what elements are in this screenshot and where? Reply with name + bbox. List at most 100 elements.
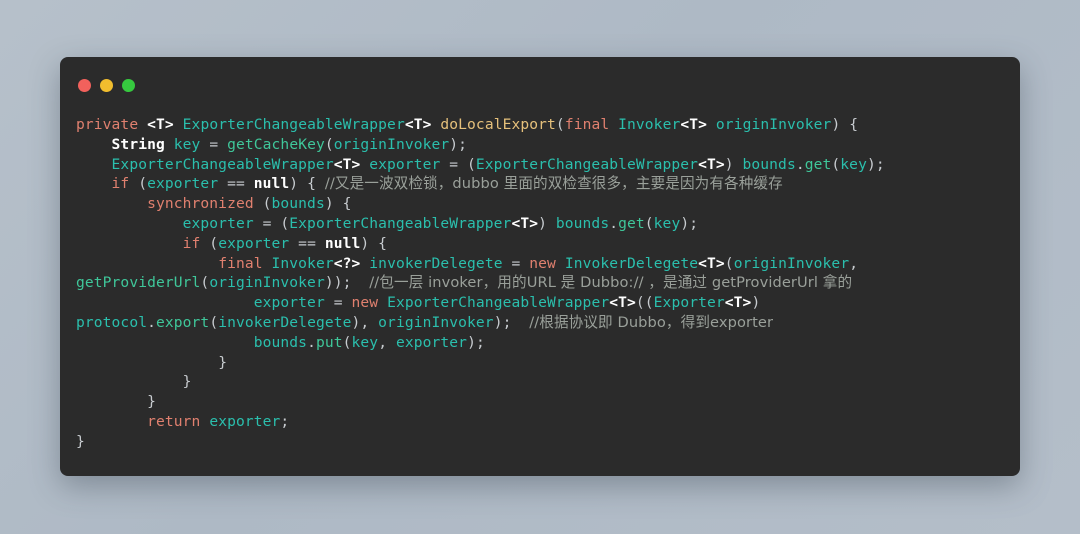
arg-key: key: [840, 155, 867, 173]
minimize-window-icon[interactable]: [100, 78, 113, 92]
obj-protocol: protocol: [76, 313, 148, 331]
keyword-final-2: final: [218, 254, 263, 272]
paren-open-2: (: [324, 135, 334, 153]
dot-3: .: [147, 313, 156, 331]
cast-type-wrapper-2: ExporterChangeableWrapper: [289, 214, 512, 232]
paren-open: (: [555, 116, 565, 133]
keyword-new-2: new: [351, 294, 379, 312]
cast-close-3: ): [751, 294, 770, 312]
paren-open-8: (: [209, 313, 219, 331]
call-put: put: [315, 333, 343, 351]
closing-brace-3: }: [147, 393, 156, 411]
line7-tail: ) {: [360, 234, 388, 252]
keyword-if: if: [111, 175, 130, 193]
type-string: String: [111, 135, 165, 153]
var-exporter-2: exporter: [147, 175, 219, 193]
code-line-15: }: [76, 432, 1006, 452]
cast-generic-2: <T>: [511, 214, 539, 232]
dot-2: .: [609, 214, 619, 232]
var-exporter-5: exporter: [253, 294, 325, 312]
obj-bounds-2: bounds: [555, 214, 610, 232]
generic-wildcard: <?>: [333, 254, 361, 272]
var-exporter-4: exporter: [218, 234, 290, 252]
comma-2: ),: [351, 313, 379, 331]
cast-generic-3: <T>: [724, 294, 752, 312]
keyword-if-2: if: [182, 234, 201, 252]
comment-double-check-lock: //又是一波双检锁，dubbo 里面的双检查很多，主要是因为有各种缓存: [324, 175, 783, 193]
maximize-window-icon[interactable]: [122, 78, 135, 92]
generic-4: <T>: [698, 254, 725, 272]
generic-3: <T>: [333, 155, 361, 173]
code-line-8: final Invoker<?> invokerDelegete = new I…: [76, 254, 1006, 294]
code-line-2: String key = getCacheKey(originInvoker);: [76, 135, 1006, 155]
arg-origin-invoker-2: originInvoker: [733, 254, 850, 272]
code-block[interactable]: private <T> ExporterChangeableWrapper<T>…: [76, 115, 1006, 452]
code-line-1: private <T> ExporterChangeableWrapper<T>…: [76, 115, 1006, 135]
closing-brace-1: }: [218, 353, 228, 371]
eq-op: ==: [218, 175, 254, 193]
dot-1: .: [795, 155, 805, 173]
call-get-provider-url: getProviderUrl: [76, 274, 201, 292]
arg-key-3: key: [351, 333, 379, 351]
type-invoker-delegete: InvokerDelegete: [564, 254, 699, 272]
code-line-6: exporter = (ExporterChangeableWrapper<T>…: [76, 214, 1006, 234]
code-line-13: }: [76, 392, 1006, 412]
line8-tail: ));: [324, 274, 370, 292]
type-exporter-changeable-wrapper-3: ExporterChangeableWrapper: [387, 294, 610, 312]
code-line-3: ExporterChangeableWrapper<T> exporter = …: [76, 155, 1006, 175]
code-line-5: synchronized (bounds) {: [76, 194, 1006, 214]
code-area[interactable]: private <T> ExporterChangeableWrapper<T>…: [60, 103, 1020, 462]
type-invoker: Invoker: [618, 116, 681, 133]
literal-null-2: null: [324, 234, 361, 252]
keyword-new: new: [529, 254, 556, 272]
paren-open-4: (: [644, 214, 654, 232]
line6-tail: );: [680, 214, 699, 232]
close-window-icon[interactable]: [78, 78, 91, 92]
lock-obj-bounds: bounds: [271, 195, 325, 213]
generic-type-param-2: <T>: [404, 116, 432, 133]
code-line-9: exporter = new ExporterChangeableWrapper…: [76, 293, 1006, 333]
var-exporter-3: exporter: [182, 214, 254, 232]
var-exporter: exporter: [369, 155, 441, 173]
cast-generic: <T>: [698, 155, 725, 173]
call-get-2: get: [618, 214, 645, 232]
line1-tail: ) {: [831, 116, 859, 133]
obj-bounds: bounds: [742, 155, 796, 173]
line3-tail: );: [866, 155, 885, 173]
type-invoker-2: Invoker: [271, 254, 334, 272]
cast-close: ): [724, 155, 743, 173]
arg-key-2: key: [653, 214, 681, 232]
if-close: ) {: [289, 175, 325, 193]
cast-close-2: ): [538, 214, 556, 232]
line14-tail: ;: [280, 412, 290, 430]
cast-type-exporter: Exporter: [653, 294, 725, 312]
arg-origin-invoker: originInvoker: [333, 135, 450, 153]
paren-open-9: (: [342, 333, 352, 351]
window-titlebar: [60, 57, 1020, 103]
keyword-synchronized: synchronized: [147, 195, 254, 213]
arg-origin-invoker-4: originInvoker: [378, 313, 494, 331]
obj-bounds-3: bounds: [253, 333, 308, 351]
dot-4: .: [307, 333, 316, 351]
assign-op-2: =: [502, 254, 530, 272]
call-export: export: [155, 313, 210, 331]
generic-type-param: <T>: [147, 116, 174, 133]
var-invoker-delegete: invokerDelegete: [369, 254, 503, 272]
comment-protocol-dubbo: //根据协议即 Dubbo，得到exporter: [529, 313, 774, 331]
method-name-do-local-export: doLocalExport: [440, 116, 556, 133]
code-line-4: if (exporter == null) { //又是一波双检锁，dubbo …: [76, 174, 1006, 194]
return-value-exporter: exporter: [209, 412, 281, 430]
comma-1: ,: [849, 254, 867, 272]
assign-op: =: [200, 135, 228, 153]
arg-invoker-delegete: invokerDelegete: [218, 313, 352, 331]
eq-op-2: ==: [289, 234, 325, 252]
if-open-2: (: [200, 234, 219, 252]
type-exporter-changeable-wrapper: ExporterChangeableWrapper: [182, 116, 405, 133]
paren-open-7: ((: [635, 294, 654, 312]
keyword-private: private: [76, 116, 139, 133]
paren-open-6: (: [200, 274, 210, 292]
code-line-12: }: [76, 372, 1006, 392]
comma-3: ,: [378, 333, 396, 351]
assign-op-3: =: [324, 294, 352, 312]
code-window: private <T> ExporterChangeableWrapper<T>…: [60, 57, 1020, 476]
